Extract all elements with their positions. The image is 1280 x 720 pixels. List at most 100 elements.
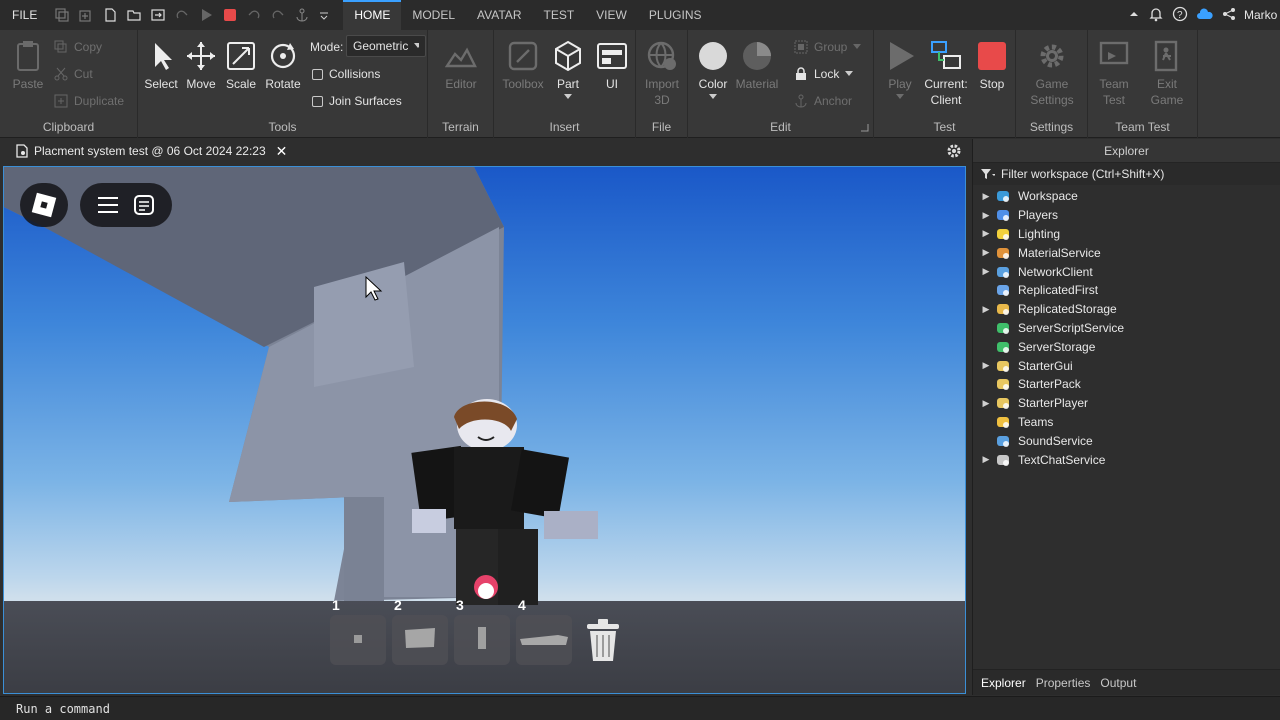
open-folder-icon[interactable] [127,8,141,22]
explorer-item-replicatedstorage[interactable]: ▶ ReplicatedStorage [973,300,1280,319]
explorer-item-serverstorage[interactable]: ServerStorage [973,337,1280,356]
help-icon[interactable]: ? [1172,6,1188,25]
mode-select[interactable]: Geometric [346,35,426,57]
game-viewport[interactable]: 1 2 3 4 [3,166,966,694]
group-button[interactable]: Group [794,38,862,56]
move-arrows-icon [187,42,215,70]
play-button[interactable]: Play [880,40,920,100]
explorer-item-players[interactable]: ▶ Players [973,206,1280,225]
team-test-button[interactable]: Team Test [1094,40,1134,108]
redo-arrow-icon[interactable] [271,8,285,22]
tab-view[interactable]: VIEW [585,0,638,30]
undo-icon[interactable] [247,8,261,22]
lock-button[interactable]: Lock [794,65,854,83]
redo-icon[interactable] [175,8,189,22]
ui-button[interactable]: UI [592,40,632,92]
explorer-item-startergui[interactable]: ▶ StarterGui [973,356,1280,375]
tab-model[interactable]: MODEL [401,0,466,30]
play-small-icon[interactable] [199,8,213,22]
explorer-item-networkclient[interactable]: ▶ NetworkClient [973,262,1280,281]
expand-arrow-icon[interactable]: ▶ [973,228,995,239]
hotbar-slot-4[interactable]: 4 [516,597,572,665]
scale-tool-button[interactable]: Scale [222,40,260,92]
expand-arrow-icon[interactable]: ▶ [973,210,995,221]
duplicate-icon[interactable] [79,8,93,22]
move-tool-button[interactable]: Move [182,40,220,92]
hotbar-slot-1[interactable]: 1 [330,597,386,665]
tab-properties[interactable]: Properties [1032,676,1095,690]
tab-test[interactable]: TEST [532,0,585,30]
share-icon[interactable] [1222,7,1236,24]
explorer-item-workspace[interactable]: ▶ Workspace [973,187,1280,206]
tab-plugins[interactable]: PLUGINS [638,0,713,30]
expand-arrow-icon[interactable]: ▶ [973,304,995,315]
expand-arrow-icon[interactable]: ▶ [973,191,995,202]
expand-arrow-icon[interactable]: ▶ [973,398,995,409]
tab-explorer[interactable]: Explorer [977,676,1030,690]
expand-arrow-icon[interactable]: ▶ [973,360,995,371]
hotbar-slot-2[interactable]: 2 [392,597,448,665]
cut-button[interactable]: Cut [54,65,93,83]
username[interactable]: Marko [1244,8,1278,22]
tab-output[interactable]: Output [1096,676,1140,690]
publish-icon[interactable] [151,8,165,22]
material-button[interactable]: Material [734,40,780,92]
tab-avatar[interactable]: AVATAR [466,0,532,30]
stop-button[interactable]: Stop [974,40,1010,92]
game-settings-button[interactable]: Game Settings [1026,40,1078,108]
collapse-ribbon-icon[interactable] [1128,8,1140,23]
expand-arrow-icon[interactable]: ▶ [973,454,995,465]
trash-button[interactable] [578,615,628,665]
notifications-icon[interactable] [1148,6,1164,25]
anchor-small-icon[interactable] [295,8,309,22]
players-icon [995,208,1011,222]
document-tab[interactable]: Placment system test @ 06 Oct 2024 22:23… [10,139,293,163]
select-tool-button[interactable]: Select [142,40,180,92]
hotbar-slot-3[interactable]: 3 [454,597,510,665]
client-server-icon [931,41,961,69]
paste-button[interactable]: Paste [8,40,48,92]
cloud-icon[interactable] [1196,7,1214,24]
current-client-button[interactable]: Current: Client [920,40,972,108]
part-button[interactable]: Part [548,40,588,100]
new-file-icon[interactable] [103,8,117,22]
chat-icon[interactable] [133,194,155,216]
join-surfaces-toggle[interactable]: Join Surfaces [312,92,402,110]
explorer-item-materialservice[interactable]: ▶ MaterialService [973,243,1280,262]
expand-arrow-icon[interactable]: ▶ [973,247,995,258]
close-icon[interactable]: ✕ [276,143,288,160]
collisions-checkbox[interactable] [312,68,323,80]
collisions-toggle[interactable]: Collisions [312,65,380,83]
roblox-menu-button[interactable] [20,183,68,227]
terrain-editor-button[interactable]: Editor [436,40,486,92]
explorer-item-lighting[interactable]: ▶ Lighting [973,225,1280,244]
anchor-button[interactable]: Anchor [794,92,852,110]
copy-button[interactable]: Copy [54,38,102,56]
expand-arrow-icon[interactable]: ▶ [973,266,995,277]
toolbox-button[interactable]: Toolbox [500,40,546,92]
explorer-item-teams[interactable]: Teams [973,413,1280,432]
chevron-down-icon[interactable] [319,8,333,22]
explorer-item-textchatservice[interactable]: ▶ TextChatService [973,450,1280,469]
rotate-tool-button[interactable]: Rotate [262,40,304,92]
exit-game-button[interactable]: Exit Game [1146,40,1188,108]
file-menu[interactable]: FILE [0,8,49,22]
explorer-item-replicatedfirst[interactable]: ReplicatedFirst [973,281,1280,300]
explorer-item-starterpack[interactable]: StarterPack [973,375,1280,394]
hamburger-menu-icon[interactable] [97,196,119,214]
copy-icon[interactable] [55,8,69,22]
explorer-item-soundservice[interactable]: SoundService [973,431,1280,450]
explorer-item-starterplayer[interactable]: ▶ StarterPlayer [973,394,1280,413]
mouse-cursor-icon [365,275,383,301]
expand-corner-icon[interactable] [861,124,869,132]
tab-home[interactable]: HOME [343,0,402,30]
import-3d-button[interactable]: Import 3D [640,40,684,108]
join-surfaces-checkbox[interactable] [312,95,323,107]
explorer-filter[interactable]: Filter workspace (Ctrl+Shift+X) [973,163,1280,185]
color-button[interactable]: Color [692,40,734,100]
duplicate-button[interactable]: Duplicate [54,92,124,110]
command-bar[interactable]: Run a command [0,696,1280,720]
gear-icon[interactable] [946,143,962,159]
stop-small-icon[interactable] [223,8,237,22]
explorer-item-serverscriptservice[interactable]: ServerScriptService [973,319,1280,338]
